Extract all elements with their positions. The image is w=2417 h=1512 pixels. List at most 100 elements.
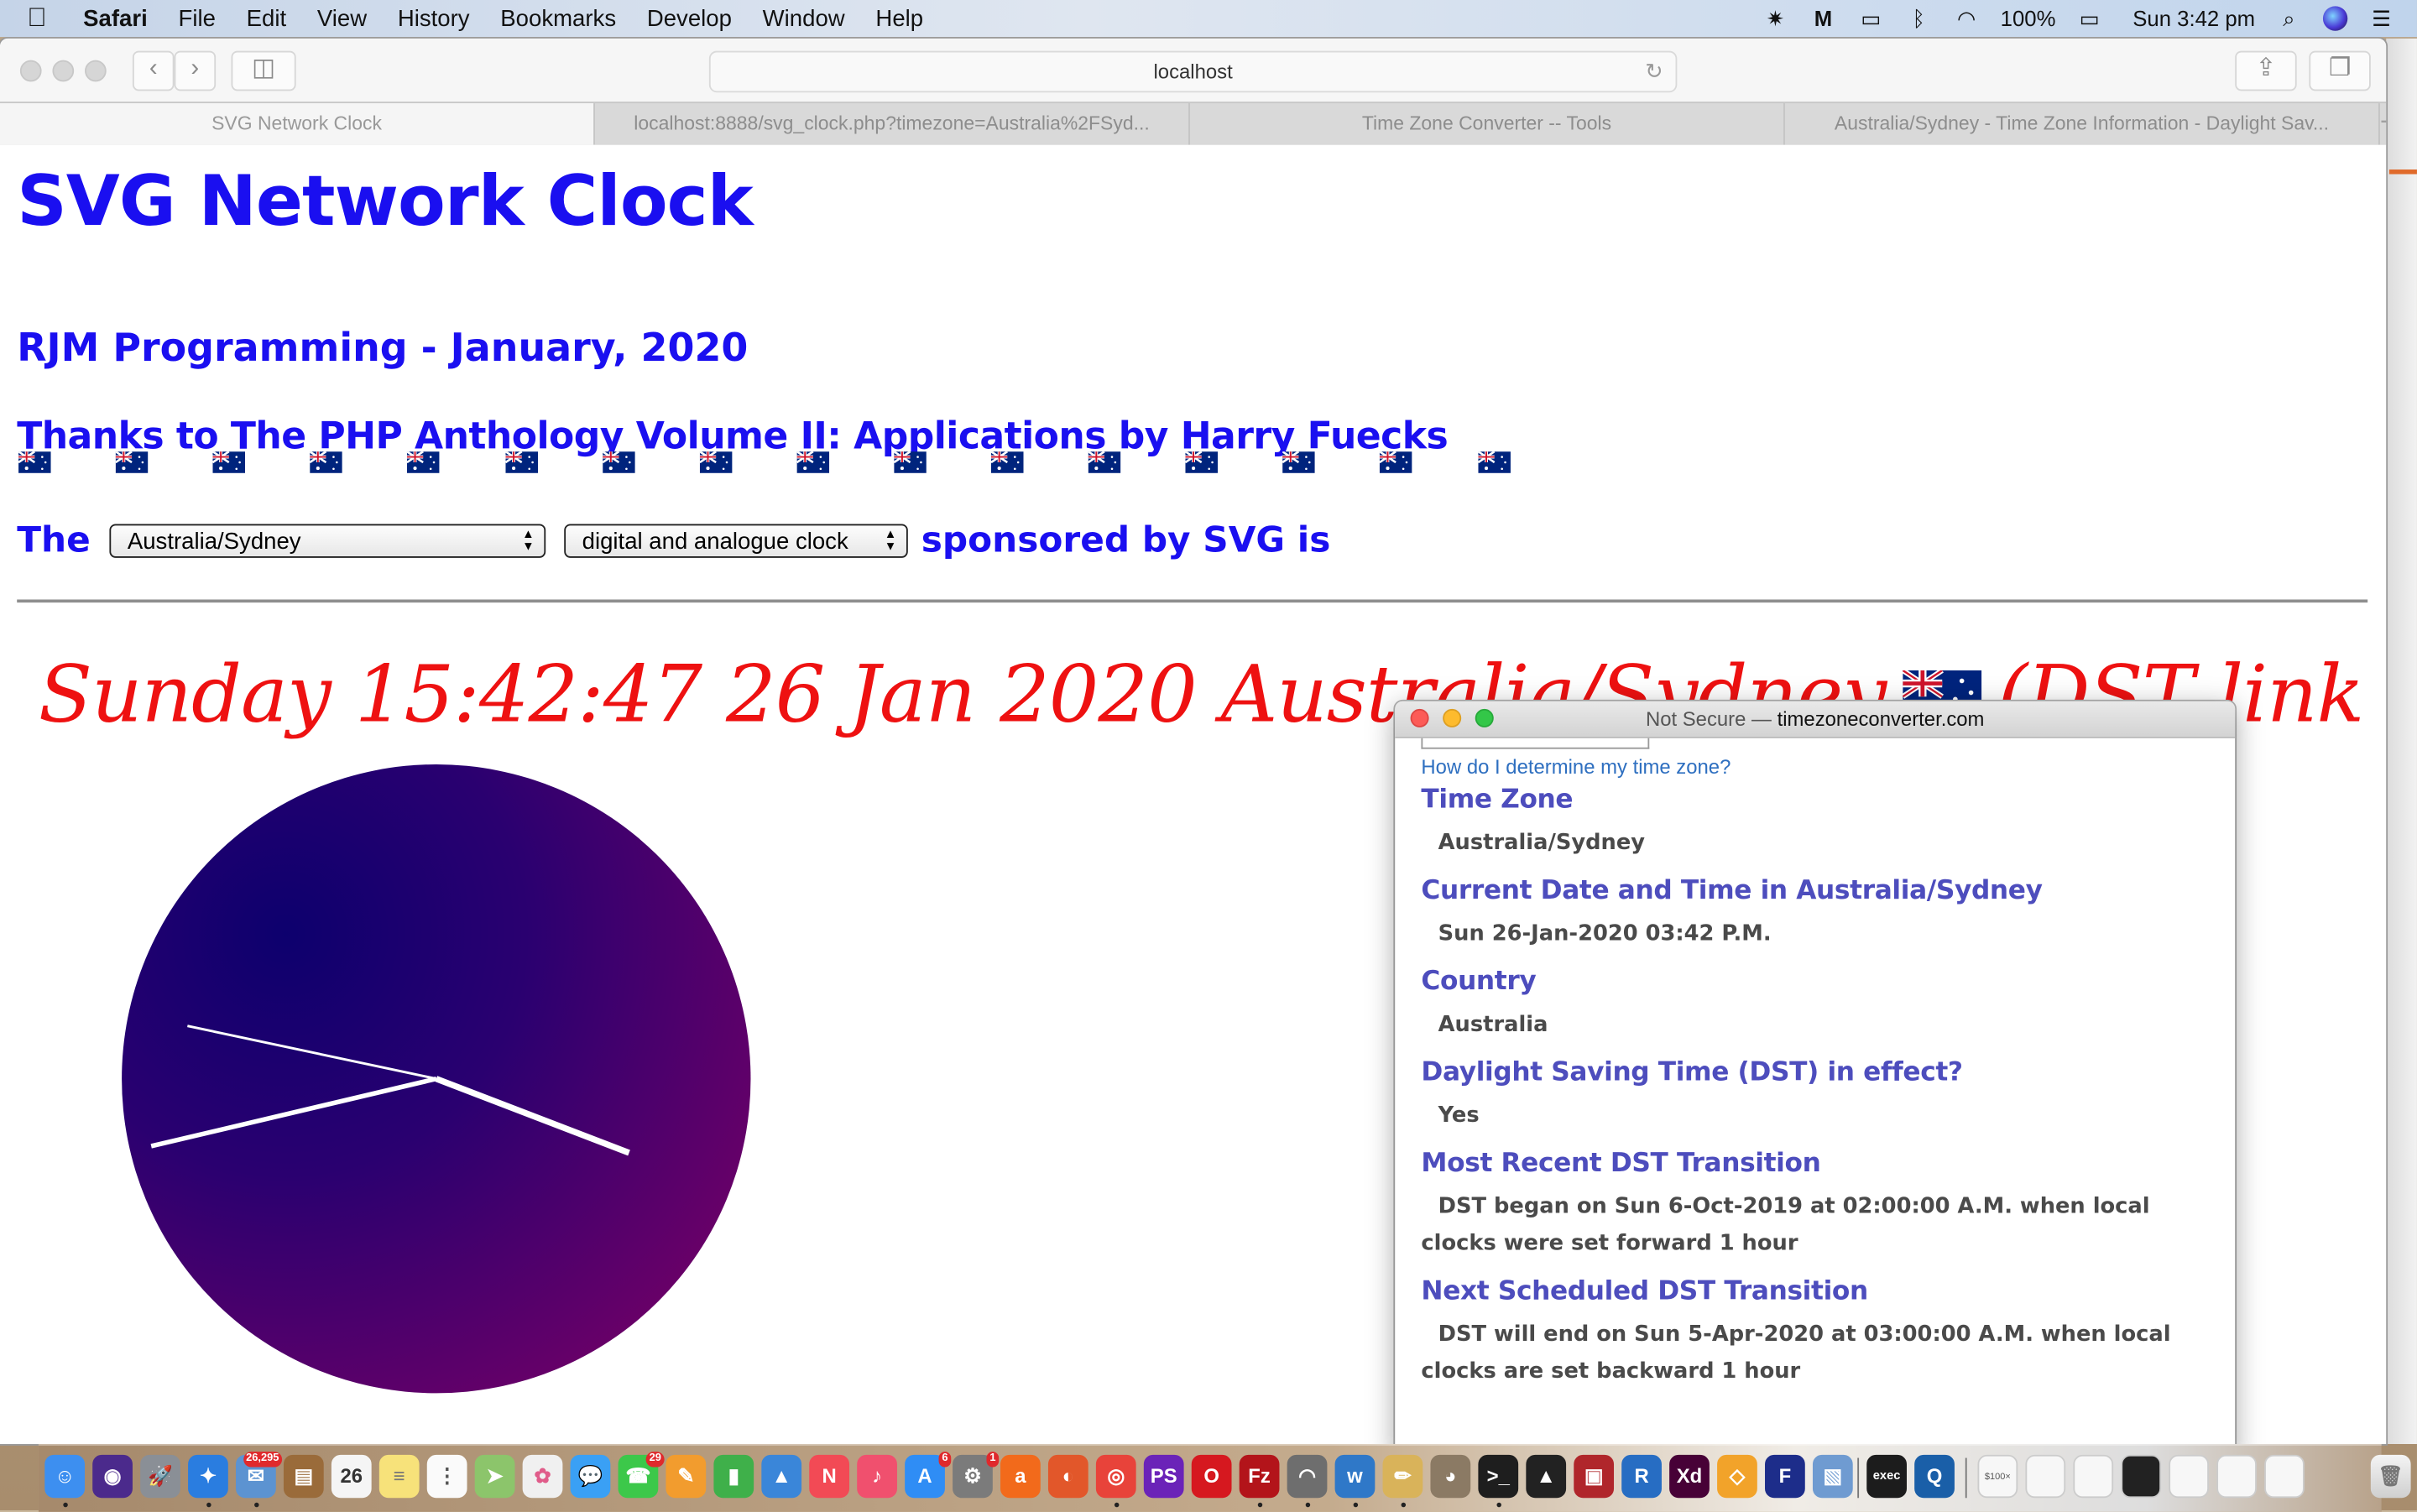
- dock-facetime-icon[interactable]: ☎ 29: [618, 1452, 665, 1499]
- dock-numbers-icon[interactable]: ▮: [713, 1454, 754, 1499]
- close-window-button[interactable]: [19, 60, 42, 82]
- popup-title-bar[interactable]: Not Secure — timezoneconverter.com: [1395, 701, 2236, 738]
- timezone-select[interactable]: Australia/Sydney ▲ ▼: [108, 524, 546, 558]
- dock-photos-icon[interactable]: ✿: [522, 1454, 563, 1499]
- dock-filezilla-icon[interactable]: Fz: [1239, 1454, 1280, 1499]
- dock-quicktime-icon[interactable]: Q: [1914, 1454, 1955, 1499]
- dock-firefox-icon[interactable]: ◐: [1047, 1454, 1088, 1499]
- tab-time-zone-converter[interactable]: Time Zone Converter -- Tools: [1190, 103, 1785, 145]
- tab-svg-network-clock[interactable]: SVG Network Clock: [0, 103, 595, 145]
- sidebar-toggle-icon[interactable]: ◫: [231, 50, 296, 91]
- battery-icon[interactable]: ▭: [2075, 6, 2103, 30]
- dock-terminal-icon[interactable]: >_: [1478, 1454, 1519, 1499]
- dock-music-icon[interactable]: ♪: [857, 1454, 897, 1499]
- running-indicator: [1401, 1502, 1407, 1508]
- wifi-icon[interactable]: ◠: [1953, 6, 1981, 30]
- dock-keynote-icon[interactable]: ▲: [761, 1454, 802, 1499]
- dock-document-icon[interactable]: [2216, 1454, 2257, 1499]
- dock-sequel-pro-icon[interactable]: ◠: [1287, 1454, 1328, 1499]
- australia-flag-icon: [699, 451, 732, 473]
- dock-textwrangler-icon[interactable]: ✏: [1382, 1454, 1423, 1499]
- notification-badge: 26,295: [243, 1452, 283, 1468]
- menu-file[interactable]: File: [179, 5, 216, 31]
- section-time-zone: Time Zone Australia/Sydney: [1421, 785, 2215, 862]
- menu-clock[interactable]: Sun 3:42 pm: [2132, 6, 2255, 30]
- screen:  Safari File Edit View History Bookmark…: [0, 0, 2417, 1512]
- avast-icon[interactable]: ✷: [1762, 6, 1789, 30]
- tab-sydney-time-zone-info[interactable]: Australia/Sydney - Time Zone Information…: [1785, 103, 2380, 145]
- new-tab-button[interactable]: +: [2380, 103, 2386, 145]
- apple-menu-icon[interactable]: : [18, 3, 55, 34]
- reload-icon[interactable]: ↻: [1645, 52, 1663, 91]
- dock-contacts-icon[interactable]: ▤: [283, 1454, 324, 1499]
- dock-pages-icon[interactable]: ✎: [666, 1454, 707, 1499]
- dock-calendar-icon[interactable]: 26: [331, 1454, 372, 1499]
- dock-news-icon[interactable]: N: [809, 1454, 850, 1499]
- popup-close-button[interactable]: [1410, 708, 1429, 727]
- running-indicator: [1353, 1502, 1359, 1508]
- address-bar[interactable]: localhost ↻: [708, 50, 1678, 93]
- menu-develop[interactable]: Develop: [647, 5, 732, 31]
- timezone-search-input[interactable]: [1421, 738, 1650, 749]
- dock-finder-icon[interactable]: ☺: [44, 1454, 86, 1499]
- menu-history[interactable]: History: [398, 5, 470, 31]
- dock-sketch-icon[interactable]: ◇: [1717, 1454, 1757, 1499]
- dock-avast-icon[interactable]: a: [1000, 1454, 1041, 1499]
- menu-bar:  Safari File Edit View History Bookmark…: [0, 0, 2417, 38]
- dock-photo-booth-icon[interactable]: ▣: [1574, 1454, 1615, 1499]
- dock-app-store-icon[interactable]: A6: [905, 1452, 952, 1499]
- dock-safari-icon[interactable]: ✦: [188, 1454, 228, 1499]
- analogue-clock: [122, 764, 751, 1394]
- dock-maps-icon[interactable]: ➤: [474, 1454, 515, 1499]
- dock-r-icon[interactable]: R: [1621, 1454, 1662, 1499]
- dock-fontforge-icon[interactable]: F: [1765, 1454, 1805, 1499]
- dock-messages-icon[interactable]: 💬: [570, 1454, 611, 1499]
- minimize-window-button[interactable]: [52, 60, 75, 82]
- menu-window[interactable]: Window: [763, 5, 845, 31]
- australia-flag-icon: [212, 451, 246, 473]
- dock-gimp-icon[interactable]: ◕: [1430, 1454, 1471, 1499]
- zoom-window-button[interactable]: [85, 60, 107, 82]
- dock-mail-icon[interactable]: ✉ 26,295: [236, 1452, 283, 1499]
- dock-preview-icon[interactable]: ▧: [1812, 1454, 1853, 1499]
- dock-bbedit-icon[interactable]: w: [1334, 1454, 1376, 1499]
- dock-launchpad-icon[interactable]: 🚀: [140, 1454, 180, 1499]
- dock-document-icon[interactable]: [2025, 1454, 2066, 1499]
- dock-reminders-icon[interactable]: ⋮: [426, 1454, 467, 1499]
- popup-zoom-button[interactable]: [1475, 708, 1494, 727]
- siri-icon[interactable]: [2322, 6, 2348, 31]
- dock-document-icon[interactable]: $100× A/B: [1977, 1454, 2018, 1499]
- dock-exec-icon[interactable]: exec: [1866, 1454, 1907, 1499]
- menu-bookmarks[interactable]: Bookmarks: [500, 5, 616, 31]
- forward-button[interactable]: ›: [174, 50, 217, 91]
- help-link[interactable]: How do I determine my time zone?: [1421, 755, 1731, 779]
- menu-edit[interactable]: Edit: [247, 5, 286, 31]
- dock-document-icon[interactable]: [2073, 1454, 2114, 1499]
- spotlight-icon[interactable]: ⌕: [2275, 6, 2303, 30]
- dock-notes-icon[interactable]: ≡: [378, 1454, 420, 1499]
- dock-phpstorm-icon[interactable]: PS: [1143, 1454, 1184, 1499]
- share-icon[interactable]: ⇪: [2235, 50, 2297, 91]
- clock-mode-select[interactable]: digital and analogue clock ▲ ▼: [563, 524, 908, 558]
- dock-document-icon[interactable]: [2264, 1454, 2305, 1499]
- notification-center-icon[interactable]: ☰: [2367, 6, 2395, 30]
- dock-siri-icon[interactable]: ◉: [92, 1454, 133, 1499]
- bluetooth-icon[interactable]: ᛒ: [1905, 6, 1933, 30]
- show-tabs-icon[interactable]: ❐: [2309, 50, 2371, 91]
- menu-app-name[interactable]: Safari: [83, 5, 148, 31]
- malwarebytes-icon[interactable]: M: [1809, 6, 1837, 30]
- dock-opera-icon[interactable]: O: [1191, 1454, 1232, 1499]
- back-button[interactable]: ‹: [132, 50, 175, 91]
- dock-inkscape-icon[interactable]: ▲: [1526, 1454, 1567, 1499]
- dock-document-icon[interactable]: [2169, 1454, 2209, 1499]
- popup-minimize-button[interactable]: [1443, 708, 1462, 727]
- trash-icon[interactable]: 🗑: [2370, 1454, 2411, 1499]
- dock-document-icon[interactable]: [2121, 1454, 2162, 1499]
- tab-svg-clock-php[interactable]: localhost:8888/svg_clock.php?timezone=Au…: [595, 103, 1190, 145]
- menu-view[interactable]: View: [317, 5, 367, 31]
- dock-system-preferences-icon[interactable]: ⚙ 1: [953, 1452, 1000, 1499]
- airplay-icon[interactable]: ▭: [1857, 6, 1885, 30]
- dock-adobe-xd-icon[interactable]: Xd: [1669, 1454, 1710, 1499]
- dock-chrome-icon[interactable]: ◎: [1095, 1454, 1136, 1499]
- menu-help[interactable]: Help: [875, 5, 923, 31]
